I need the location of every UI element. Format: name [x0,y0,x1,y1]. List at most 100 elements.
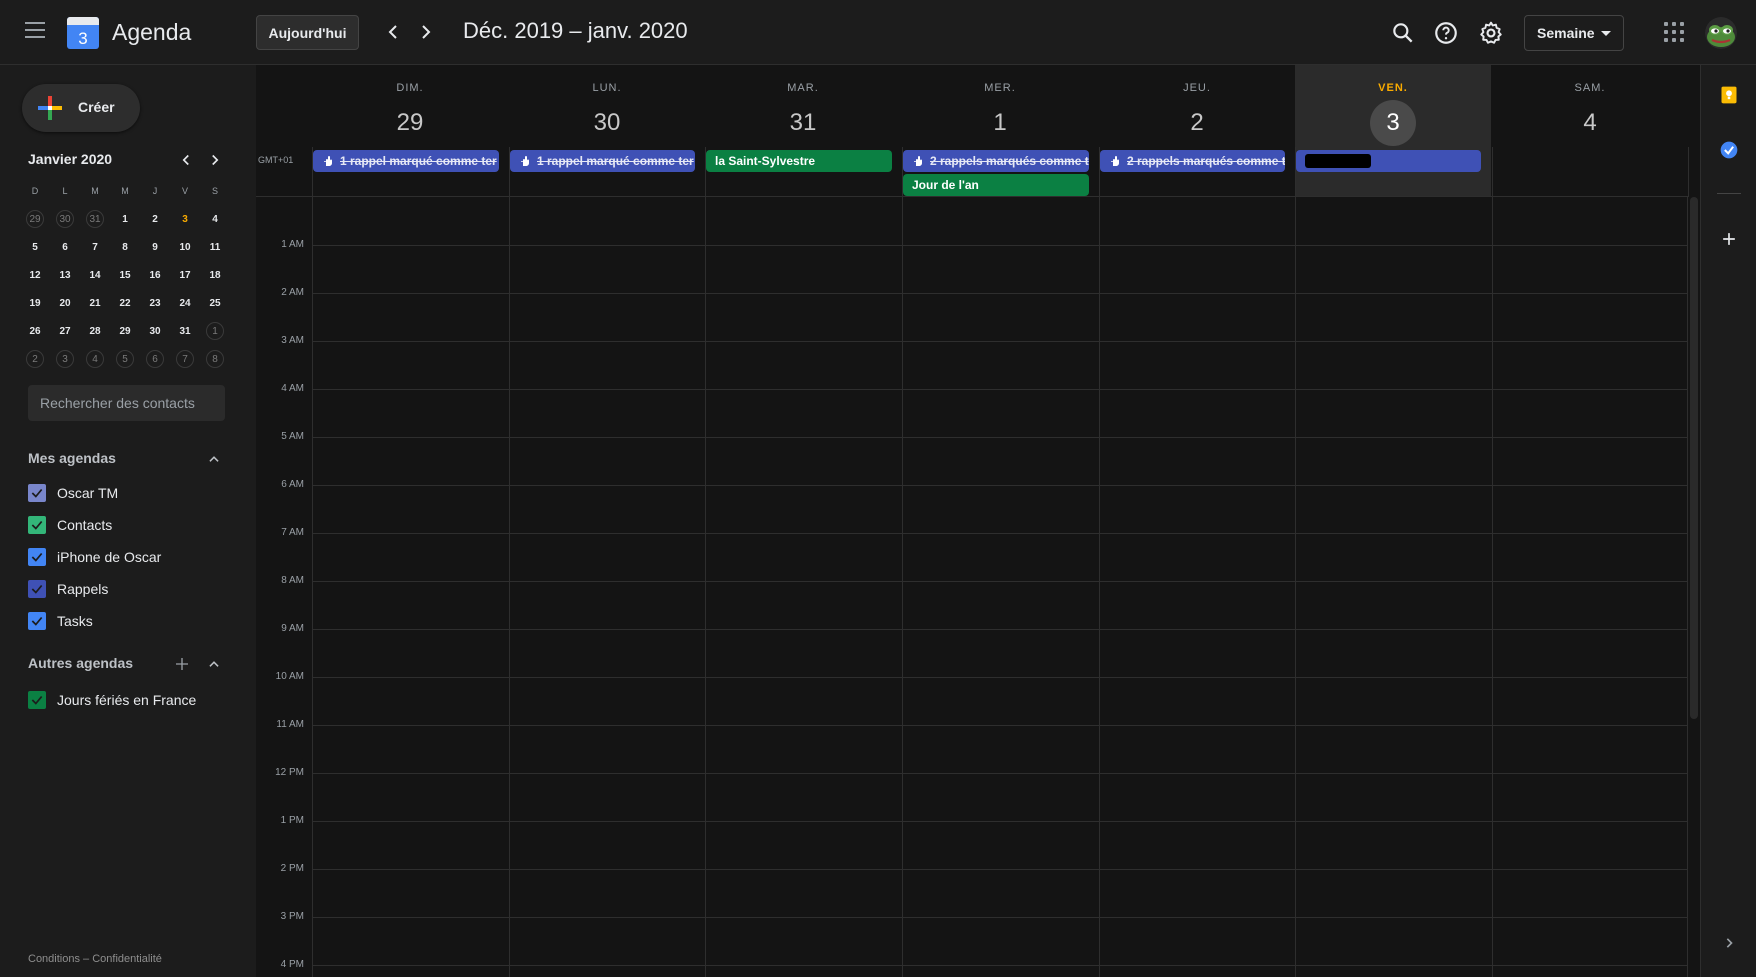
checkbox-checked-icon[interactable] [28,484,46,502]
keep-notes-icon[interactable] [1719,85,1739,105]
allday-event-redacted[interactable] [1296,150,1481,172]
day-header-monday[interactable]: LUN. 30 [509,65,705,197]
day-header-tuesday[interactable]: MAR. 31 [705,65,901,197]
add-calendar-plus-icon[interactable] [174,656,190,672]
allday-event-reminder[interactable]: 1 rappel marqué comme ter [510,150,695,172]
google-apps-grid-icon[interactable] [1664,22,1684,42]
mini-day[interactable]: 31 [170,319,200,343]
add-addon-plus-icon[interactable] [1719,229,1739,249]
tasks-icon[interactable] [1719,140,1739,160]
allday-event-reminder[interactable]: 1 rappel marqué comme ter [313,150,499,172]
mini-day[interactable]: 10 [170,235,200,259]
mini-day[interactable]: 30 [140,319,170,343]
time-grid[interactable]: 1 AM 2 AM 3 AM 4 AM 5 AM 6 AM 7 AM 8 AM … [256,197,1688,977]
checkbox-checked-icon[interactable] [28,548,46,566]
mini-day[interactable]: 24 [170,291,200,315]
calendar-item-rappels[interactable]: Rappels [28,577,108,601]
mini-day[interactable]: 13 [50,263,80,287]
day-header-sunday[interactable]: DIM. 29 [312,65,508,197]
mini-day[interactable]: 25 [200,291,230,315]
day-number[interactable]: 1 [977,100,1023,146]
mini-day[interactable]: 16 [140,263,170,287]
mini-day[interactable]: 29 [110,319,140,343]
day-number[interactable]: 31 [780,100,826,146]
mini-day[interactable]: 8 [200,347,230,371]
main-menu-icon[interactable] [25,22,45,38]
mini-day[interactable]: 31 [80,207,110,231]
create-event-button[interactable]: Créer [22,84,140,132]
mini-day[interactable]: 14 [80,263,110,287]
day-number-today[interactable]: 3 [1370,100,1416,146]
search-icon[interactable] [1390,20,1416,46]
mini-day[interactable]: 19 [20,291,50,315]
view-selector-dropdown[interactable]: Semaine [1524,15,1624,51]
calendar-item-tasks[interactable]: Tasks [28,609,93,633]
allday-event-holiday[interactable]: la Saint-Sylvestre [706,150,892,172]
mini-day[interactable]: 18 [200,263,230,287]
previous-week-chevron-icon[interactable] [381,20,405,44]
mini-day[interactable]: 20 [50,291,80,315]
user-avatar[interactable] [1705,17,1737,49]
mini-prev-month-chevron-icon[interactable] [177,151,195,169]
mini-day[interactable]: 23 [140,291,170,315]
mini-day[interactable]: 22 [110,291,140,315]
help-icon[interactable] [1433,20,1459,46]
checkbox-checked-icon[interactable] [28,691,46,709]
calendar-item-jours-feries[interactable]: Jours fériés en France [28,688,196,712]
mini-day[interactable]: 28 [80,319,110,343]
mini-day[interactable]: 2 [140,207,170,231]
mini-day[interactable]: 26 [20,319,50,343]
mini-day[interactable]: 4 [200,207,230,231]
collapse-chevron-up-icon[interactable] [207,657,221,671]
allday-event-reminder[interactable]: 2 rappels marqués comme t [903,150,1089,172]
allday-event-holiday[interactable]: Jour de l'an [903,174,1089,196]
day-number[interactable]: 29 [387,100,433,146]
hour-label: 4 PM [280,959,304,970]
settings-gear-icon[interactable] [1478,20,1504,46]
mini-day[interactable]: 29 [20,207,50,231]
day-number[interactable]: 4 [1567,100,1613,146]
mini-day[interactable]: 1 [110,207,140,231]
mini-day[interactable]: 9 [140,235,170,259]
day-number[interactable]: 30 [584,100,630,146]
mini-day[interactable]: 17 [170,263,200,287]
mini-day[interactable]: 30 [50,207,80,231]
day-header-thursday[interactable]: JEU. 2 [1099,65,1295,197]
mini-day[interactable]: 5 [20,235,50,259]
next-week-chevron-icon[interactable] [414,20,438,44]
mini-day[interactable]: 15 [110,263,140,287]
day-header-saturday[interactable]: SAM. 4 [1492,65,1688,197]
calendar-item-oscar-tm[interactable]: Oscar TM [28,481,118,505]
mini-day[interactable]: 6 [140,347,170,371]
day-number[interactable]: 2 [1174,100,1220,146]
mini-next-month-chevron-icon[interactable] [206,151,224,169]
calendar-item-iphone-de-oscar[interactable]: iPhone de Oscar [28,545,161,569]
expand-panel-chevron-icon[interactable] [1719,933,1739,953]
mini-day[interactable]: 4 [80,347,110,371]
mini-day[interactable]: 5 [110,347,140,371]
collapse-chevron-up-icon[interactable] [207,452,221,466]
footer-links[interactable]: Conditions – Confidentialité [28,953,162,965]
day-name: LUN. [592,82,622,94]
mini-day[interactable]: 8 [110,235,140,259]
day-header-friday-today[interactable]: VEN. 3 [1295,65,1491,197]
checkbox-checked-icon[interactable] [28,580,46,598]
mini-day[interactable]: 21 [80,291,110,315]
mini-day[interactable]: 7 [170,347,200,371]
allday-event-reminder[interactable]: 2 rappels marqués comme t [1100,150,1285,172]
checkbox-checked-icon[interactable] [28,612,46,630]
calendar-item-contacts[interactable]: Contacts [28,513,112,537]
mini-day[interactable]: 12 [20,263,50,287]
mini-day[interactable]: 7 [80,235,110,259]
search-contacts-input[interactable] [28,385,225,421]
checkbox-checked-icon[interactable] [28,516,46,534]
scrollbar-thumb[interactable] [1690,197,1698,719]
mini-day-today[interactable]: 3 [170,207,200,231]
mini-day[interactable]: 3 [50,347,80,371]
mini-day[interactable]: 1 [200,319,230,343]
mini-day[interactable]: 6 [50,235,80,259]
mini-day[interactable]: 27 [50,319,80,343]
mini-day[interactable]: 2 [20,347,50,371]
mini-day[interactable]: 11 [200,235,230,259]
today-button[interactable]: Aujourd'hui [256,15,359,50]
